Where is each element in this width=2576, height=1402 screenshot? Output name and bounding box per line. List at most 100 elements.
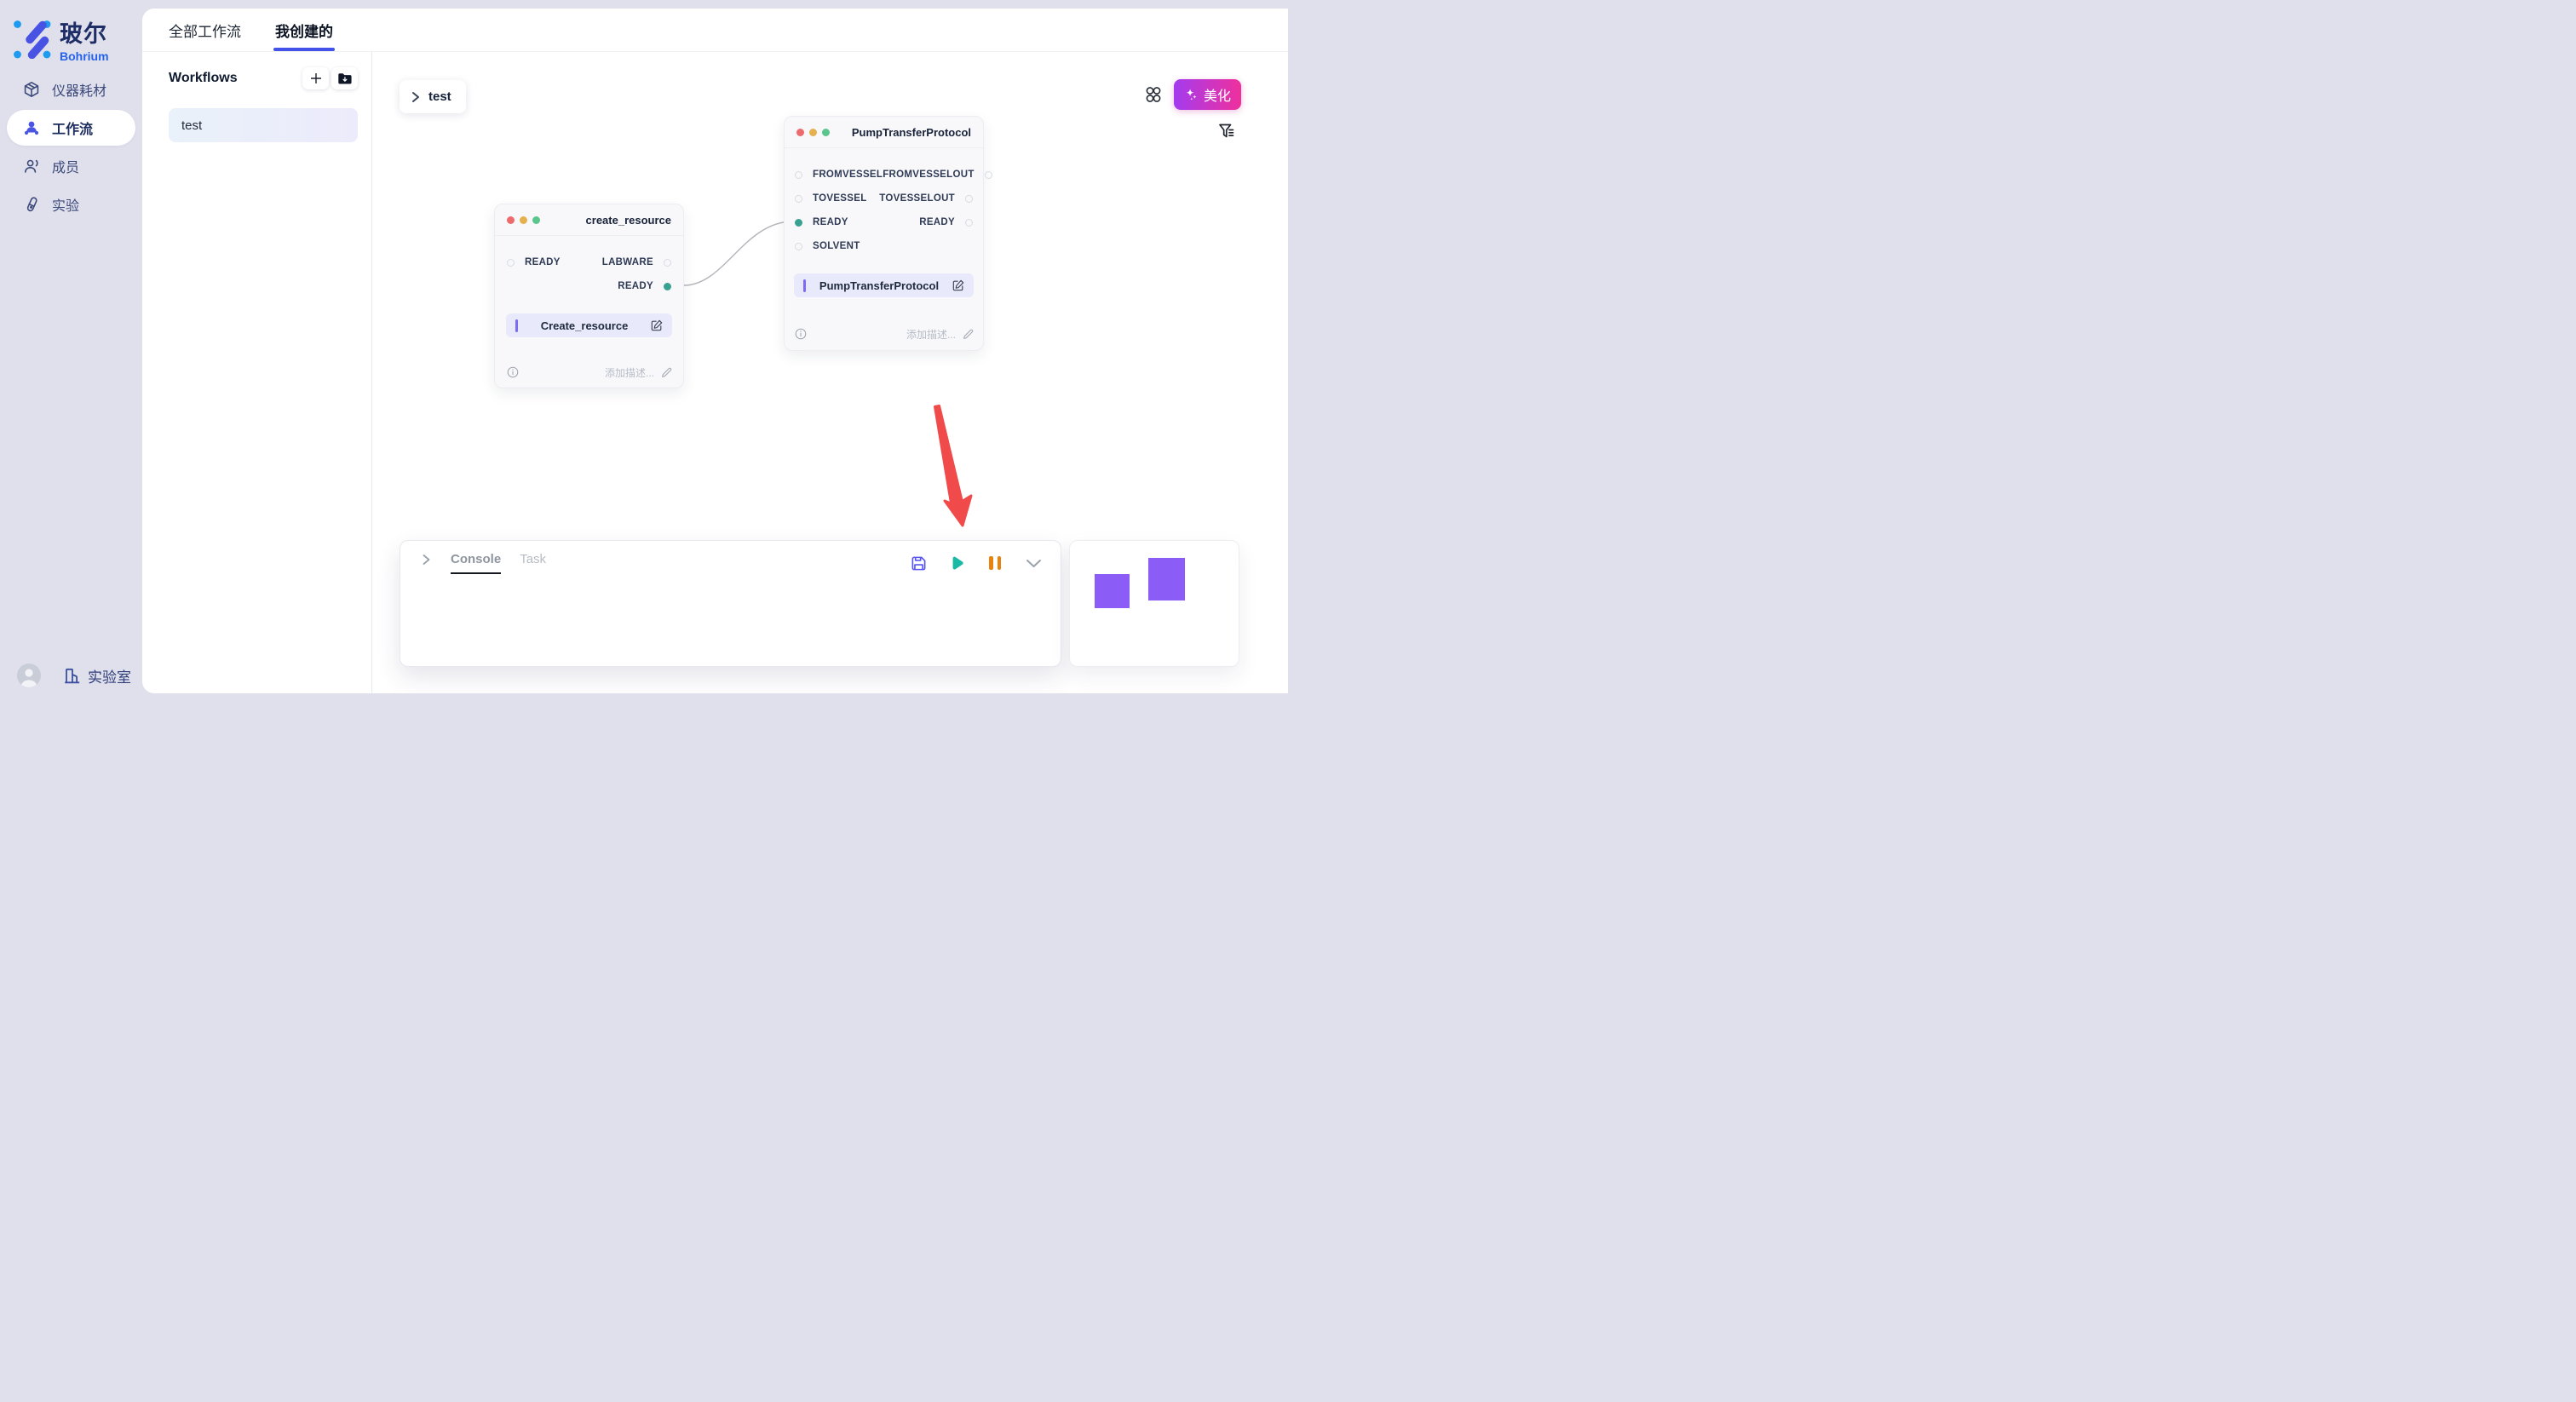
- port-in-ready[interactable]: READY: [795, 217, 848, 227]
- port-label: FROMVESSELOUT: [883, 170, 974, 180]
- minimap[interactable]: [1069, 540, 1239, 667]
- port-circle[interactable]: [795, 171, 802, 179]
- sparkles-icon: [1184, 88, 1199, 102]
- run-button[interactable]: [948, 554, 965, 572]
- pencil-icon[interactable]: [661, 367, 672, 378]
- console-collapse-icon[interactable]: [421, 554, 432, 566]
- command-icon: [1143, 84, 1164, 105]
- tab-my-created[interactable]: 我创建的: [275, 9, 333, 51]
- node-header[interactable]: PumpTransferProtocol: [785, 117, 983, 148]
- node-pump-transfer-protocol[interactable]: PumpTransferProtocol FROMVESSEL FROMVESS…: [784, 116, 984, 351]
- traffic-dots: [507, 216, 540, 224]
- port-circle[interactable]: [795, 195, 802, 203]
- port-in-fromvessel[interactable]: FROMVESSEL: [795, 170, 883, 180]
- test-tube-icon: [23, 196, 40, 213]
- bohrium-logo-icon: [12, 20, 51, 59]
- port-out-tovesselout[interactable]: TOVESSELOUT: [879, 193, 973, 204]
- sidebar-menu: 仪器耗材 工作流 成员: [0, 72, 142, 222]
- port-out-ready[interactable]: READY: [919, 217, 973, 227]
- port-out-ready[interactable]: READY: [618, 281, 671, 291]
- save-button[interactable]: [910, 554, 927, 572]
- chevron-down-icon: [1026, 559, 1042, 568]
- node-footer: 添加描述...: [507, 365, 672, 380]
- workflow-icon: [23, 119, 40, 136]
- port-label: TOVESSELOUT: [879, 193, 955, 204]
- edit-icon[interactable]: [952, 279, 964, 291]
- breadcrumb-label: test: [428, 89, 451, 104]
- lab-switcher[interactable]: 实验室: [63, 665, 131, 687]
- description-placeholder[interactable]: 添加描述...: [605, 365, 654, 380]
- building-icon: [63, 667, 81, 685]
- workflow-tabbar: 全部工作流 我创建的: [142, 9, 1288, 52]
- command-palette-button[interactable]: [1143, 84, 1164, 105]
- brand-name-zh: 玻尔: [60, 15, 109, 49]
- tab-label: 全部工作流: [169, 20, 241, 41]
- port-circle[interactable]: [664, 259, 671, 267]
- tab-task[interactable]: Task: [520, 552, 546, 574]
- dot-yellow: [520, 216, 527, 224]
- sidebar-item-label: 成员: [52, 156, 79, 176]
- node-footer: 添加描述...: [795, 326, 974, 342]
- sidebar-item-workflows[interactable]: 工作流: [7, 110, 135, 146]
- add-workflow-button[interactable]: [302, 67, 329, 89]
- port-in-ready[interactable]: READY: [507, 257, 561, 267]
- tab-all-workflows[interactable]: 全部工作流: [169, 9, 241, 51]
- filter-button[interactable]: [1217, 122, 1236, 141]
- port-label: LABWARE: [602, 257, 653, 267]
- port-circle[interactable]: [985, 171, 992, 179]
- sidebar-item-members[interactable]: 成员: [7, 148, 135, 184]
- beautify-label: 美化: [1204, 84, 1231, 105]
- brand-logo: 玻尔 Bohrium: [12, 15, 109, 63]
- port-label: READY: [525, 257, 561, 267]
- breadcrumb[interactable]: test: [400, 80, 466, 113]
- dot-yellow: [809, 129, 817, 136]
- info-icon[interactable]: [795, 328, 807, 340]
- minimap-node-pump: [1148, 558, 1185, 600]
- red-annotation-arrow: [935, 406, 972, 526]
- sidebar-item-label: 仪器耗材: [52, 79, 106, 100]
- port-label: TOVESSEL: [813, 193, 867, 204]
- pause-button[interactable]: [986, 554, 1003, 572]
- port-in-solvent[interactable]: SOLVENT: [795, 241, 860, 251]
- dot-green: [532, 216, 540, 224]
- collapse-console-button[interactable]: [1025, 554, 1042, 572]
- node-create-resource[interactable]: create_resource READY LABWARE READY: [494, 204, 684, 388]
- port-circle-connected[interactable]: [664, 283, 671, 290]
- port-out-labware[interactable]: LABWARE: [602, 257, 671, 267]
- import-folder-button[interactable]: [331, 67, 358, 89]
- port-circle[interactable]: [507, 259, 515, 267]
- pencil-icon[interactable]: [963, 329, 974, 340]
- node-header[interactable]: create_resource: [495, 204, 683, 236]
- sidebar-item-consumables[interactable]: 仪器耗材: [7, 72, 135, 107]
- port-circle[interactable]: [965, 219, 973, 227]
- sidebar-item-experiments[interactable]: 实验: [7, 187, 135, 222]
- workflow-list-item[interactable]: test: [169, 108, 358, 142]
- port-circle[interactable]: [795, 243, 802, 250]
- port-circle[interactable]: [965, 195, 973, 203]
- beautify-button[interactable]: 美化: [1174, 79, 1241, 110]
- workflow-item-name: test: [181, 118, 202, 133]
- port-out-fromvesselout[interactable]: FROMVESSELOUT: [883, 170, 992, 180]
- port-circle-connected[interactable]: [795, 219, 802, 227]
- port-in-tovessel[interactable]: TOVESSEL: [795, 193, 867, 204]
- console-panel: Console Task: [400, 540, 1061, 667]
- user-avatar[interactable]: [17, 664, 41, 687]
- tab-console[interactable]: Console: [451, 552, 501, 574]
- node-action-button[interactable]: PumpTransferProtocol: [794, 273, 974, 297]
- minimap-node-create-resource: [1095, 574, 1130, 608]
- port-label: READY: [813, 217, 848, 227]
- port-label: FROMVESSEL: [813, 170, 883, 180]
- save-floppy-icon: [911, 555, 927, 572]
- info-icon[interactable]: [507, 366, 519, 378]
- sidebar-item-label: 工作流: [52, 118, 93, 138]
- edit-icon[interactable]: [651, 319, 663, 331]
- node-action-label: Create_resource: [518, 319, 651, 332]
- description-placeholder[interactable]: 添加描述...: [906, 327, 956, 342]
- edge-create-to-pump: [684, 221, 793, 285]
- port-label: READY: [919, 217, 955, 227]
- filter-funnel-icon: [1217, 122, 1236, 141]
- main-content: 全部工作流 我创建的 Workflows: [142, 9, 1288, 693]
- node-action-button[interactable]: Create_resource: [506, 313, 672, 337]
- flow-canvas[interactable]: test 美化: [372, 52, 1288, 693]
- port-label: SOLVENT: [813, 241, 860, 251]
